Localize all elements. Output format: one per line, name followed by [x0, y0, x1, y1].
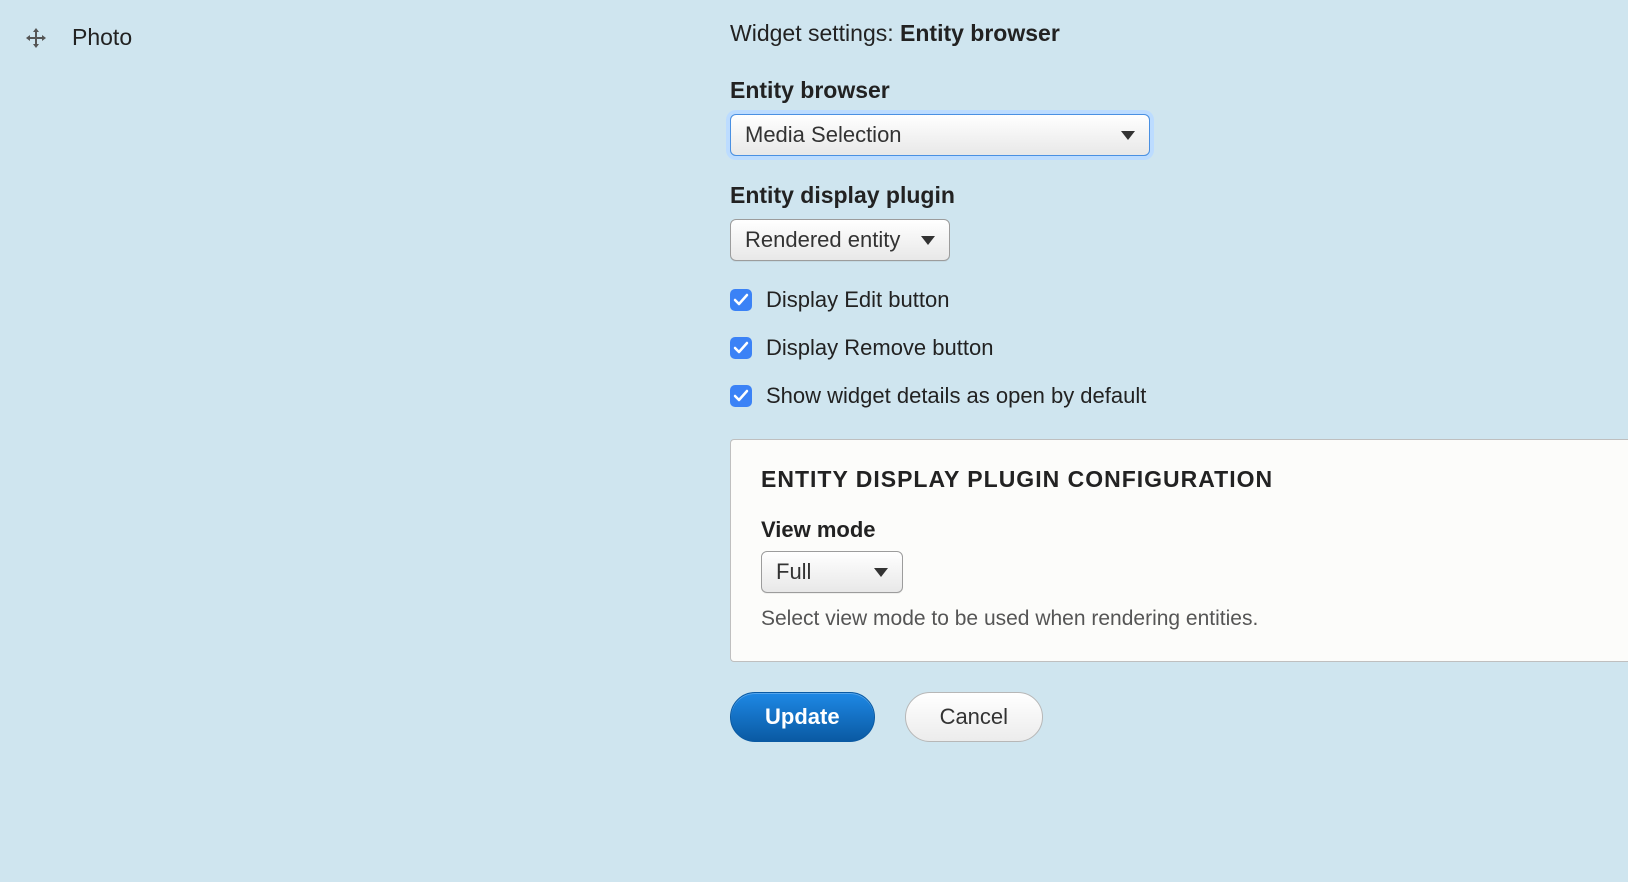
- display-edit-checkbox[interactable]: [730, 289, 752, 311]
- entity-browser-label: Entity browser: [730, 77, 1628, 104]
- entity-browser-selected: Media Selection: [745, 122, 902, 148]
- display-remove-checkbox[interactable]: [730, 337, 752, 359]
- widget-settings-title: Widget settings: Entity browser: [730, 20, 1628, 47]
- entity-display-plugin-select[interactable]: Rendered entity: [730, 219, 950, 261]
- view-mode-select[interactable]: Full: [761, 551, 903, 593]
- view-mode-label: View mode: [761, 517, 1598, 543]
- drag-handle-icon[interactable]: [24, 26, 48, 50]
- show-open-label: Show widget details as open by default: [766, 383, 1146, 409]
- entity-display-plugin-label: Entity display plugin: [730, 182, 1628, 209]
- show-open-checkbox[interactable]: [730, 385, 752, 407]
- cancel-button[interactable]: Cancel: [905, 692, 1043, 742]
- plugin-config-fieldset: Entity display plugin configuration View…: [730, 439, 1628, 662]
- entity-browser-select[interactable]: Media Selection: [730, 114, 1150, 156]
- view-mode-selected: Full: [776, 559, 811, 585]
- display-remove-label: Display Remove button: [766, 335, 993, 361]
- widget-settings-bold: Entity browser: [900, 20, 1060, 46]
- entity-display-plugin-selected: Rendered entity: [745, 227, 900, 253]
- widget-settings-prefix: Widget settings:: [730, 20, 900, 46]
- update-button[interactable]: Update: [730, 692, 875, 742]
- chevron-down-icon: [874, 568, 888, 577]
- view-mode-description: Select view mode to be used when renderi…: [761, 607, 1598, 631]
- field-name: Photo: [72, 24, 132, 51]
- chevron-down-icon: [1121, 131, 1135, 140]
- display-edit-label: Display Edit button: [766, 287, 949, 313]
- chevron-down-icon: [921, 236, 935, 245]
- plugin-config-legend: Entity display plugin configuration: [761, 466, 1598, 493]
